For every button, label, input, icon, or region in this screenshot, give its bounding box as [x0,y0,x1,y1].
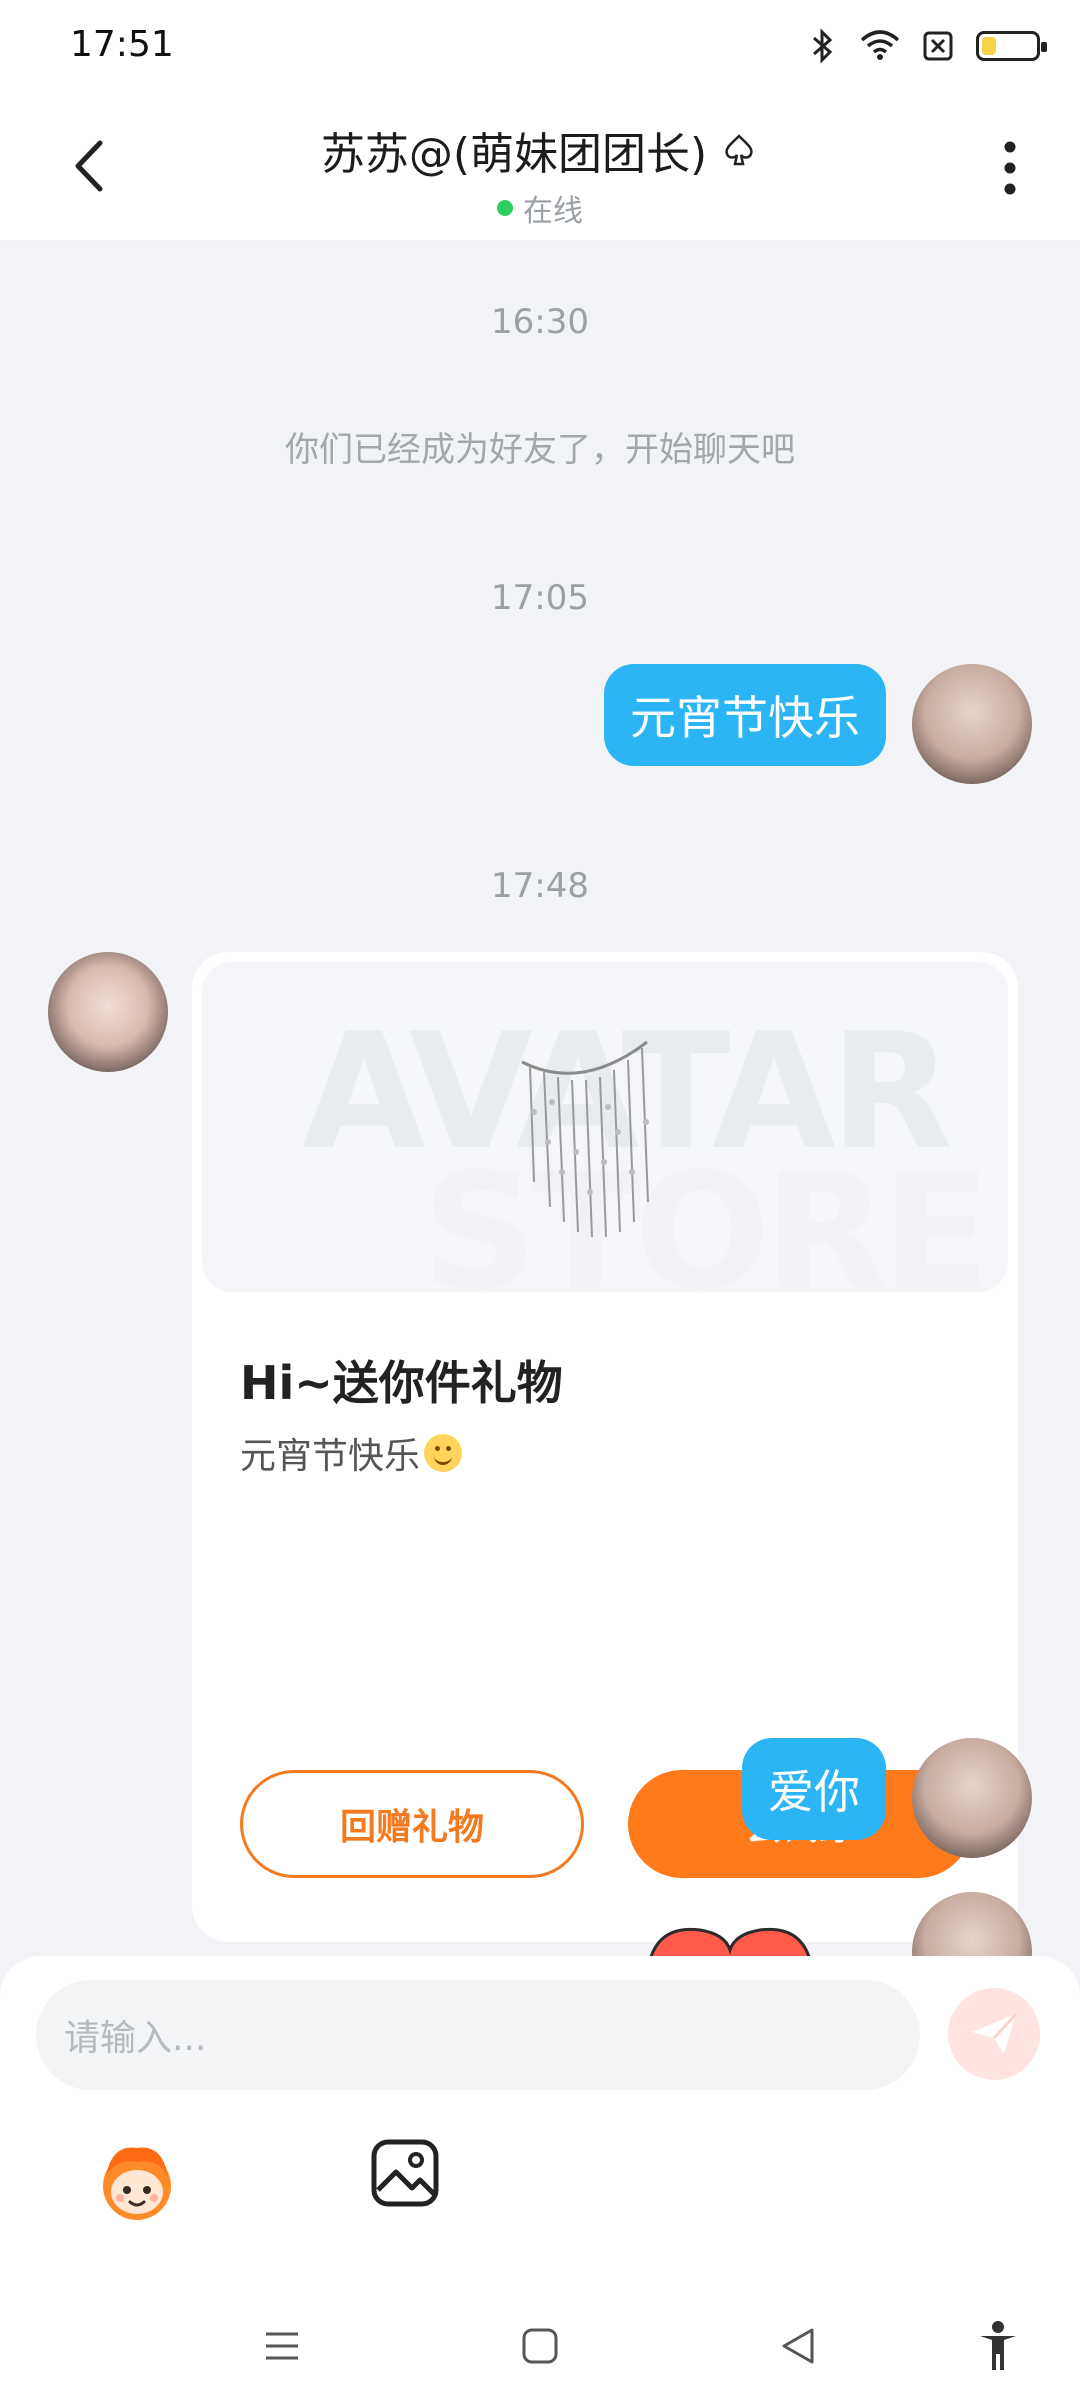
wifi-icon [860,26,900,66]
menu-icon [266,2332,298,2360]
message-input[interactable]: 请输入... [36,1980,920,2090]
system-message: 你们已经成为好友了，开始聊天吧 [285,430,795,470]
chat-title[interactable]: 苏苏@(萌妹团团长) [321,118,707,182]
presence-status: 在线 [497,186,583,230]
more-options-button[interactable] [980,138,1040,198]
spade-icon [725,134,753,166]
gift-item-image [521,1040,649,1238]
message-bubble-sent[interactable]: 爱你 [742,1738,886,1840]
title-wrap: 苏苏@(萌妹团团长) 在线 [0,118,1080,230]
home-icon [522,2328,558,2364]
smile-emoji-icon [424,1434,463,1472]
menu-nav-button[interactable] [254,2318,310,2374]
accessibility-icon [980,2321,1016,2370]
battery-icon [976,31,1047,61]
status-time: 17:51 [70,24,174,65]
message-bubble-sent[interactable]: 元宵节快乐 [604,664,886,766]
my-avatar[interactable] [912,1738,1032,1858]
my-avatar[interactable] [912,664,1032,784]
back-nav-button[interactable] [770,2318,826,2374]
accessibility-nav-button[interactable] [970,2318,1026,2374]
send-button[interactable] [948,1988,1040,2080]
presence-text: 在线 [523,194,583,229]
back-triangle-icon [782,2328,814,2364]
timestamp: 17:05 [491,578,589,618]
status-bar: 17:51 [0,0,1080,96]
image-picker-icon[interactable] [370,2138,440,2208]
sim-off-icon [918,26,958,66]
home-nav-button[interactable] [512,2318,568,2374]
heart-sticker[interactable] [640,1920,820,1960]
system-nav-bar [0,2290,1080,2400]
chat-area: 16:30 你们已经成为好友了，开始聊天吧 17:05 元宵节快乐 17:48 … [0,240,1080,2012]
gift-subtitle: 元宵节快乐 [240,1427,463,1479]
online-dot [497,200,513,216]
chat-header: 苏苏@(萌妹团团长) 在线 [0,96,1080,241]
timestamp: 16:30 [491,302,589,342]
timestamp: 17:48 [491,866,589,906]
status-icons [802,26,1047,66]
gift-banner: AVATAR STORE [202,962,1008,1292]
bluetooth-icon [802,26,842,66]
gift-card[interactable]: AVATAR STORE Hi~送你件礼物 元宵节快乐 回赠礼物 [192,952,1018,1942]
more-vertical-icon [1004,141,1016,195]
return-gift-button[interactable]: 回赠礼物 [240,1770,584,1878]
mascot-emoji-icon[interactable] [92,2136,182,2226]
send-icon [972,2012,1018,2054]
gift-title: Hi~送你件礼物 [240,1356,563,1410]
contact-avatar[interactable] [48,952,168,1072]
